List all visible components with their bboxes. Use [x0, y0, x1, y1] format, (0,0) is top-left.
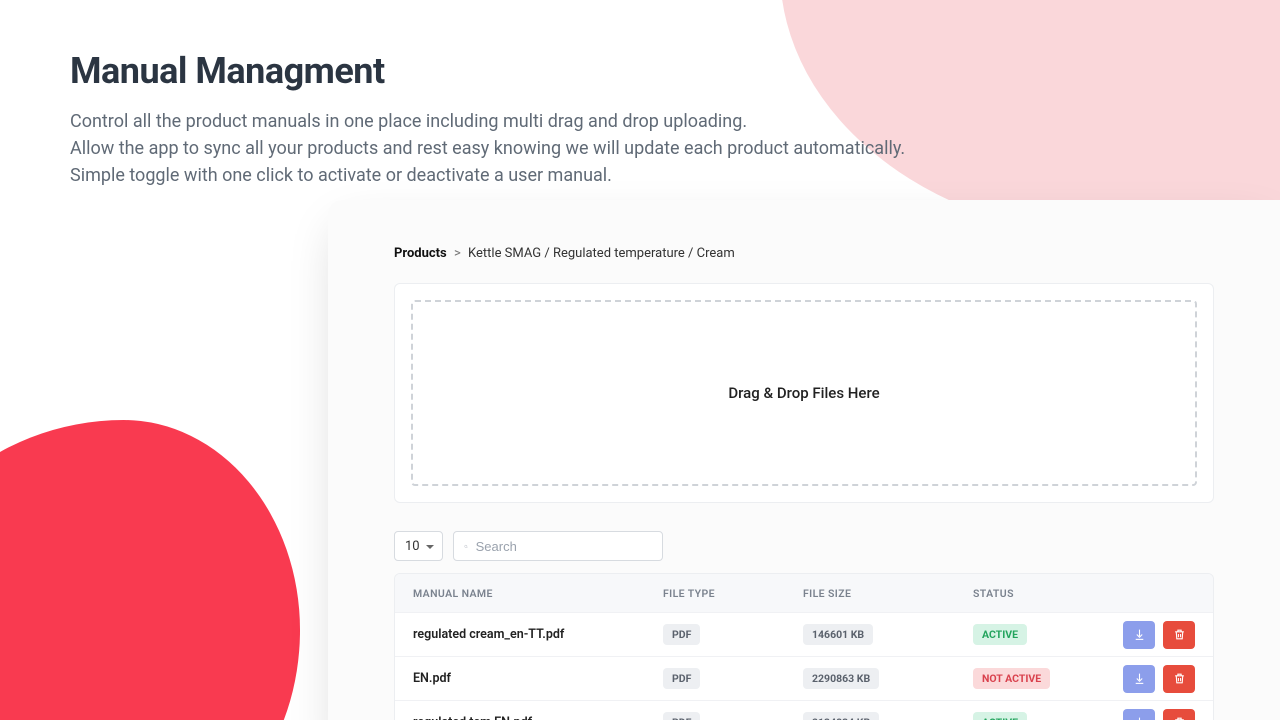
page-title: Manual Managment	[70, 50, 905, 92]
search-icon	[464, 540, 468, 553]
download-icon	[1133, 716, 1146, 720]
manual-name: regulated cream_en-TT.pdf	[413, 627, 663, 642]
file-type-badge: PDF	[663, 668, 700, 689]
col-size: FILE SIZE	[803, 587, 973, 600]
file-size-badge: 2134834 KB	[803, 712, 879, 720]
trash-icon	[1173, 672, 1186, 685]
upload-card: Drag & Drop Files Here	[394, 283, 1214, 503]
file-type-badge: PDF	[663, 624, 700, 645]
decorative-blob-bottom	[0, 420, 300, 720]
col-name: MANUAL NAME	[413, 587, 663, 600]
search-field[interactable]	[453, 531, 663, 561]
download-button[interactable]	[1123, 665, 1155, 693]
app-panel: Products > Kettle SMAG / Regulated tempe…	[328, 200, 1280, 720]
manuals-table: MANUAL NAME FILE TYPE FILE SIZE STATUS r…	[394, 573, 1214, 720]
manual-name: regulated tem EN.pdf	[413, 715, 663, 720]
file-size-badge: 2290863 KB	[803, 668, 879, 689]
download-icon	[1133, 672, 1146, 685]
status-badge[interactable]: ACTIVE	[973, 624, 1027, 645]
file-type-badge: PDF	[663, 712, 700, 720]
download-icon	[1133, 628, 1146, 641]
page-size-select[interactable]: 10	[394, 531, 443, 561]
row-actions	[1123, 621, 1195, 649]
download-button[interactable]	[1123, 709, 1155, 720]
col-status: STATUS	[973, 587, 1123, 600]
delete-button[interactable]	[1163, 665, 1195, 693]
breadcrumb-root[interactable]: Products	[394, 246, 447, 261]
table-header: MANUAL NAME FILE TYPE FILE SIZE STATUS	[395, 574, 1213, 612]
status-badge[interactable]: ACTIVE	[973, 712, 1027, 720]
headline: Manual Managment Control all the product…	[70, 50, 905, 189]
breadcrumb-current: Kettle SMAG / Regulated temperature / Cr…	[468, 246, 735, 261]
file-size-badge: 146601 KB	[803, 624, 873, 645]
page-subtitle: Control all the product manuals in one p…	[70, 108, 905, 189]
status-badge[interactable]: NOT ACTIVE	[973, 668, 1050, 689]
table-toolbar: 10	[394, 531, 1214, 561]
col-type: FILE TYPE	[663, 587, 803, 600]
dropzone-label: Drag & Drop Files Here	[728, 384, 879, 402]
trash-icon	[1173, 716, 1186, 720]
search-input[interactable]	[476, 539, 652, 554]
row-actions	[1123, 709, 1195, 720]
file-dropzone[interactable]: Drag & Drop Files Here	[411, 300, 1197, 486]
table-row: regulated tem EN.pdfPDF 2134834 KB ACTIVE	[395, 700, 1213, 720]
download-button[interactable]	[1123, 621, 1155, 649]
chevron-right-icon: >	[454, 246, 461, 261]
delete-button[interactable]	[1163, 621, 1195, 649]
manual-name: EN.pdf	[413, 671, 663, 686]
table-row: regulated cream_en-TT.pdfPDF 146601 KB ACT…	[395, 612, 1213, 656]
table-row: EN.pdfPDF 2290863 KB NOT ACTIVE	[395, 656, 1213, 700]
breadcrumb: Products > Kettle SMAG / Regulated tempe…	[328, 246, 1280, 261]
row-actions	[1123, 665, 1195, 693]
trash-icon	[1173, 628, 1186, 641]
delete-button[interactable]	[1163, 709, 1195, 720]
